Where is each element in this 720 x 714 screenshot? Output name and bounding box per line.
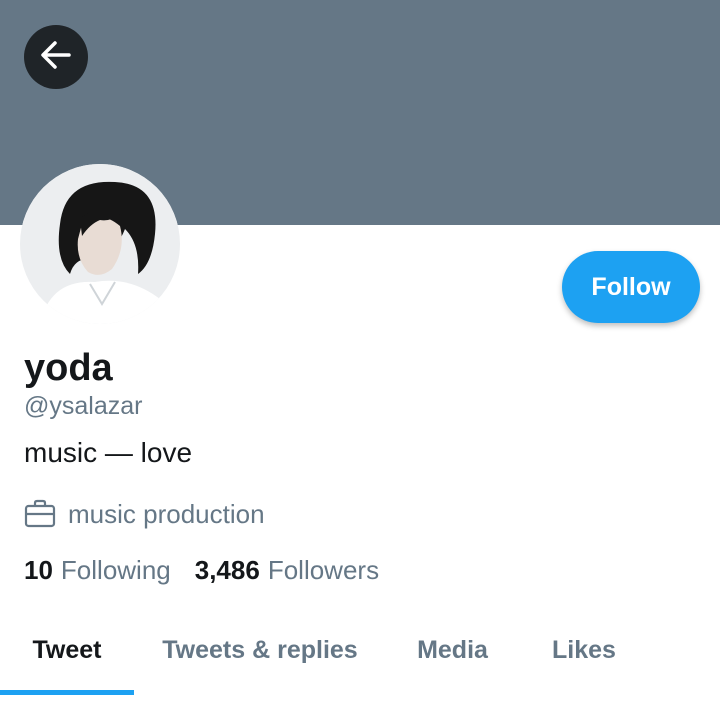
briefcase-icon [24, 497, 58, 531]
following-label: Following [60, 555, 171, 585]
followers-label: Followers [267, 555, 380, 585]
tab-tweets-replies[interactable]: Tweets & replies [150, 610, 370, 690]
profile-stats: 10 Following 3,486 Followers [24, 553, 403, 587]
tab-media[interactable]: Media [395, 610, 510, 690]
profile-name: yoda [24, 347, 113, 389]
profile-handle: @ysalazar [24, 392, 143, 420]
tab-likes[interactable]: Likes [535, 610, 633, 690]
followers-count: 3,486 [194, 555, 260, 585]
followers-stat[interactable]: 3,486 Followers [195, 553, 379, 587]
avatar[interactable] [20, 164, 180, 324]
follow-button[interactable]: Follow [562, 251, 700, 323]
back-button[interactable] [24, 25, 88, 89]
profile-bio: music — love [24, 437, 193, 468]
tab-tweet[interactable]: Tweet [0, 610, 134, 690]
profile-work-label: music production [68, 498, 265, 529]
following-count: 10 [24, 555, 53, 585]
arrow-left-icon [39, 38, 73, 77]
following-stat[interactable]: 10 Following [24, 553, 171, 587]
profile-work: music production [24, 497, 265, 531]
active-tab-indicator [0, 690, 134, 695]
profile-tabs: Tweet Tweets & replies Media Likes [0, 610, 720, 698]
